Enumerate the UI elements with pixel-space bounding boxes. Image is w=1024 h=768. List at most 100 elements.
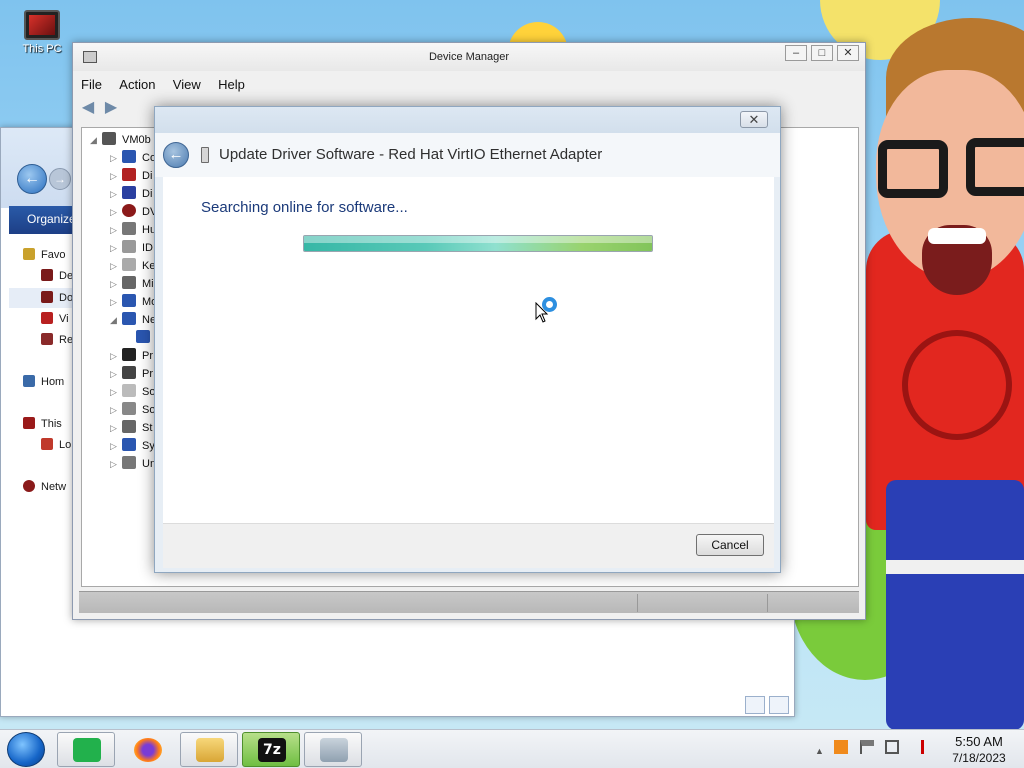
volume-muted-icon[interactable] (910, 740, 925, 754)
taskbar-app-file-explorer[interactable] (180, 732, 238, 767)
system-tray: ▲ (815, 740, 932, 760)
taskbar-clock[interactable]: 5:50 AM 7/18/2023 (944, 734, 1014, 766)
printer-icon (122, 348, 136, 361)
taskbar-app-messaging[interactable] (57, 732, 115, 767)
tree-node-computer[interactable]: ▷ Co (110, 150, 156, 166)
busy-spinner-icon (542, 297, 557, 312)
dialog-title: Update Driver Software - Red Hat VirtIO … (219, 146, 603, 163)
window-controls: – □ ✕ (781, 45, 859, 61)
taskbar-app-7zip[interactable]: 7z (242, 732, 300, 767)
dialog-footer: Cancel (163, 523, 774, 568)
drive-icon (41, 438, 53, 450)
network-icon (23, 480, 35, 492)
network-icon[interactable] (885, 740, 900, 754)
tree-node-hid[interactable]: ▷ Hu (110, 222, 156, 238)
back-arrow-icon[interactable]: ← (17, 164, 47, 194)
tree-node-system-devices[interactable]: ▷ Sy (110, 438, 155, 454)
status-bar (79, 591, 859, 613)
forward-arrow-icon[interactable]: ▶ (102, 99, 120, 117)
desktop-icon-label: This PC (22, 43, 62, 55)
tree-node-usb[interactable]: ▷ Un (110, 456, 156, 472)
tray-app-icon[interactable] (834, 740, 849, 754)
star-icon (23, 248, 35, 260)
tree-node-mice[interactable]: ▷ Mi (110, 276, 154, 292)
window-title: Device Manager (428, 51, 510, 63)
menu-file[interactable]: File (81, 77, 102, 92)
7zip-icon: 7z (258, 738, 286, 762)
tree-node-monitors[interactable]: ▷ Mo (110, 294, 157, 310)
search-progress-bar (303, 235, 653, 252)
software-device-icon (122, 384, 136, 397)
videos-icon (41, 312, 53, 324)
details-view-icon[interactable] (745, 696, 765, 714)
cancel-button[interactable]: Cancel (696, 534, 764, 556)
large-icons-view-icon[interactable] (769, 696, 789, 714)
search-status-text: Searching online for software... (201, 199, 408, 216)
menu-bar: File Action View Help (81, 77, 259, 97)
tree-node-print-queues[interactable]: ▷ Pr (110, 348, 153, 364)
network-adapter-icon (201, 147, 209, 163)
file-explorer-icon (196, 738, 224, 762)
messaging-app-icon (73, 738, 101, 762)
taskbar-app-firefox[interactable] (118, 732, 176, 767)
disk-drive-icon (122, 168, 136, 181)
taskbar-app-device-setup[interactable] (304, 732, 362, 767)
close-button[interactable]: ✕ (837, 45, 859, 61)
tree-node-network-adapters[interactable]: ◢ Ne (110, 312, 156, 328)
tree-root[interactable]: ◢ VM0b (90, 132, 151, 148)
tree-node-storage[interactable]: ▷ St (110, 420, 152, 436)
downloads-icon (41, 291, 53, 303)
recent-icon (41, 333, 53, 345)
progress-fill (304, 236, 652, 251)
speaker-icon (122, 402, 136, 415)
dialog-titlebar[interactable]: ✕ (155, 107, 780, 133)
menu-action[interactable]: Action (119, 77, 155, 92)
desktop-icon-this-pc[interactable]: This PC (18, 10, 66, 55)
dialog-close-button[interactable]: ✕ (740, 111, 768, 128)
forward-arrow-icon[interactable]: → (49, 168, 71, 190)
dialog-header: ← Update Driver Software - Red Hat VirtI… (155, 133, 780, 177)
maximize-button[interactable]: □ (811, 45, 833, 61)
storage-controller-icon (122, 420, 136, 433)
ide-controller-icon (122, 240, 136, 253)
system-device-icon (122, 438, 136, 451)
hid-icon (122, 222, 136, 235)
view-mode-buttons (745, 696, 793, 717)
mouse-icon (122, 276, 136, 289)
clock-time: 5:50 AM (955, 734, 1003, 749)
tree-node-ethernet-adapter[interactable] (136, 330, 156, 346)
computer-icon (23, 417, 35, 429)
start-button[interactable] (7, 732, 45, 767)
tree-node-display-adapters[interactable]: ▷ Di (110, 186, 152, 202)
tree-node-processors[interactable]: ▷ Pr (110, 366, 153, 382)
tree-node-dvd-drives[interactable]: ▷ DV (110, 204, 157, 220)
tree-node-software-devices[interactable]: ▷ So (110, 384, 155, 400)
organize-button[interactable]: Organize (27, 212, 76, 226)
back-arrow-icon[interactable]: ← (163, 142, 189, 168)
taskbar: 7z ▲ 5:50 AM 7/18/2023 (0, 729, 1024, 768)
computer-icon (102, 132, 116, 145)
firefox-icon (134, 738, 162, 762)
tree-node-disk-drives[interactable]: ▷ Di (110, 168, 152, 184)
back-arrow-icon[interactable]: ◀ (79, 99, 97, 117)
menu-help[interactable]: Help (218, 77, 245, 92)
tree-node-ide[interactable]: ▷ ID (110, 240, 153, 256)
network-adapter-icon (122, 312, 136, 325)
desktop-icon (41, 269, 53, 281)
clock-date: 7/18/2023 (952, 751, 1006, 765)
tree-node-keyboards[interactable]: ▷ Ke (110, 258, 155, 274)
dvd-drive-icon (122, 204, 136, 217)
usb-icon (122, 456, 136, 469)
minimize-button[interactable]: – (785, 45, 807, 61)
this-pc-icon (24, 10, 60, 40)
flag-icon[interactable] (859, 740, 874, 754)
menu-view[interactable]: View (173, 77, 201, 92)
show-hidden-icons-icon[interactable]: ▲ (815, 746, 824, 760)
computer-icon (122, 150, 136, 163)
processor-icon (122, 366, 136, 379)
monitor-icon (122, 294, 136, 307)
wallpaper-person (866, 0, 1024, 730)
device-manager-titlebar[interactable]: Device Manager – □ ✕ (73, 43, 865, 71)
dialog-body: Searching online for software... (163, 177, 774, 523)
tree-node-sound[interactable]: ▷ So (110, 402, 155, 418)
